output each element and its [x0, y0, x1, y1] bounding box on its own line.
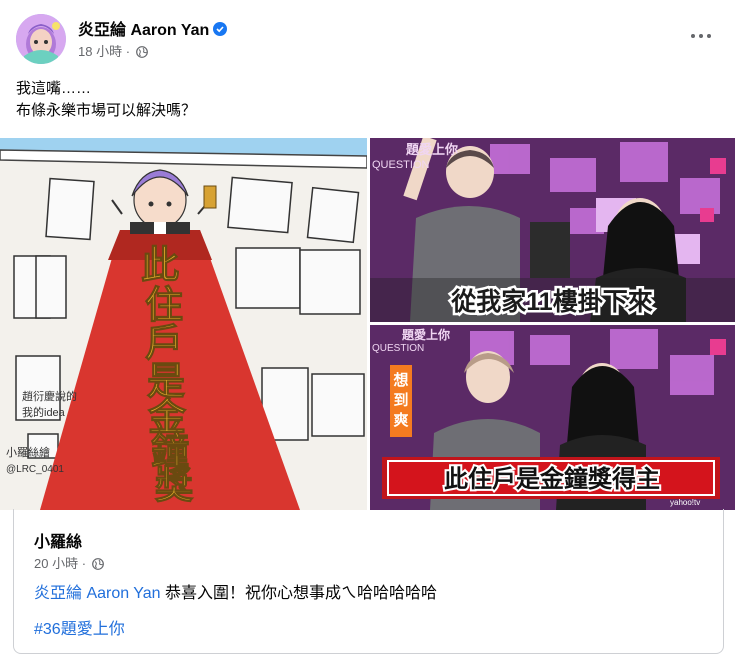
caption-text: 從我家11樓掛下來 — [450, 287, 652, 316]
post-message: 我這嘴…… 布條永樂市場可以解決嗎？ — [16, 78, 196, 122]
shared-message-text: 恭喜入圍！祝你心想事成ㄟ哈哈哈哈哈 — [160, 585, 438, 602]
mention-link[interactable]: 炎亞綸 Aaron Yan — [34, 585, 161, 602]
badge-char: 想 — [392, 371, 408, 389]
badge-char: 爽 — [393, 411, 408, 429]
avatar[interactable] — [16, 14, 66, 64]
hashtag-link[interactable]: #36題愛上你 — [34, 615, 125, 639]
post-header: 炎亞綸 Aaron Yan 18 小時 · — [16, 12, 719, 64]
shared-post[interactable]: 小羅絲 20 小時 · 炎亞綸 Aaron Yan 恭喜入圍！祝你心想事成ㄟ哈哈… — [13, 509, 724, 654]
post-text-line: 布條永樂市場可以解決嗎？ — [16, 102, 197, 119]
shared-time[interactable]: 20 小時 — [34, 556, 78, 571]
illustration-note: 我的idea — [22, 405, 66, 419]
banner-char: 此 — [141, 242, 179, 287]
show-logo-sub: QUESTION — [372, 343, 424, 354]
tv-screenshot-bottom[interactable]: 想 到 爽 題愛上你 QUESTION 此住戶是金鐘獎得主 yahoo!tv — [370, 325, 735, 510]
shared-author[interactable]: 小羅絲 — [34, 528, 82, 552]
verified-badge-icon — [213, 22, 228, 36]
shared-meta: 20 小時 · — [34, 553, 104, 573]
post-author[interactable]: 炎亞綸 Aaron Yan — [78, 16, 228, 40]
badge-char: 到 — [393, 392, 408, 409]
more-options-icon[interactable] — [687, 26, 715, 46]
globe-icon[interactable] — [135, 46, 148, 61]
tv-screenshot-top[interactable]: 題愛上你 QUESTION 從我家11樓掛下來 — [370, 138, 735, 322]
illustration-note: 趙衍慶說的 — [22, 389, 77, 403]
shared-message: 炎亞綸 Aaron Yan 恭喜入圍！祝你心想事成ㄟ哈哈哈哈哈 — [34, 582, 437, 606]
post-time[interactable]: 18 小時 — [78, 44, 122, 59]
post-author-name[interactable]: 炎亞綸 Aaron Yan — [78, 22, 209, 39]
watermark: yahoo!tv — [670, 498, 700, 507]
show-logo-sub: QUESTION — [372, 159, 430, 171]
post-card: 炎亞綸 Aaron Yan 18 小時 · 我這嘴…… 布條永樂市場可以解決嗎？ — [0, 0, 735, 659]
globe-icon[interactable] — [91, 558, 104, 573]
show-logo: 題愛上你 — [402, 327, 450, 342]
meta-separator: · — [125, 44, 131, 59]
post-meta: 18 小時 · — [78, 41, 148, 61]
banner-char: 獎 — [155, 462, 194, 507]
illustration-signature: 小羅絲繪 — [6, 445, 50, 459]
post-text-line: 我這嘴…… — [16, 80, 92, 97]
caption-text: 此住戶是金鐘獎得主 — [444, 465, 660, 493]
post-media[interactable]: 此 住 戶 是 金 鐘 獎 趙衍慶說的 我的idea 小羅絲繪 @LRC_040… — [0, 138, 735, 510]
illustration-signature: @LRC_0401 — [6, 464, 64, 475]
meta-separator: · — [81, 556, 87, 571]
show-logo: 題愛上你 — [406, 142, 458, 157]
illustration-image[interactable]: 此 住 戶 是 金 鐘 獎 趙衍慶說的 我的idea 小羅絲繪 @LRC_040… — [0, 138, 367, 510]
